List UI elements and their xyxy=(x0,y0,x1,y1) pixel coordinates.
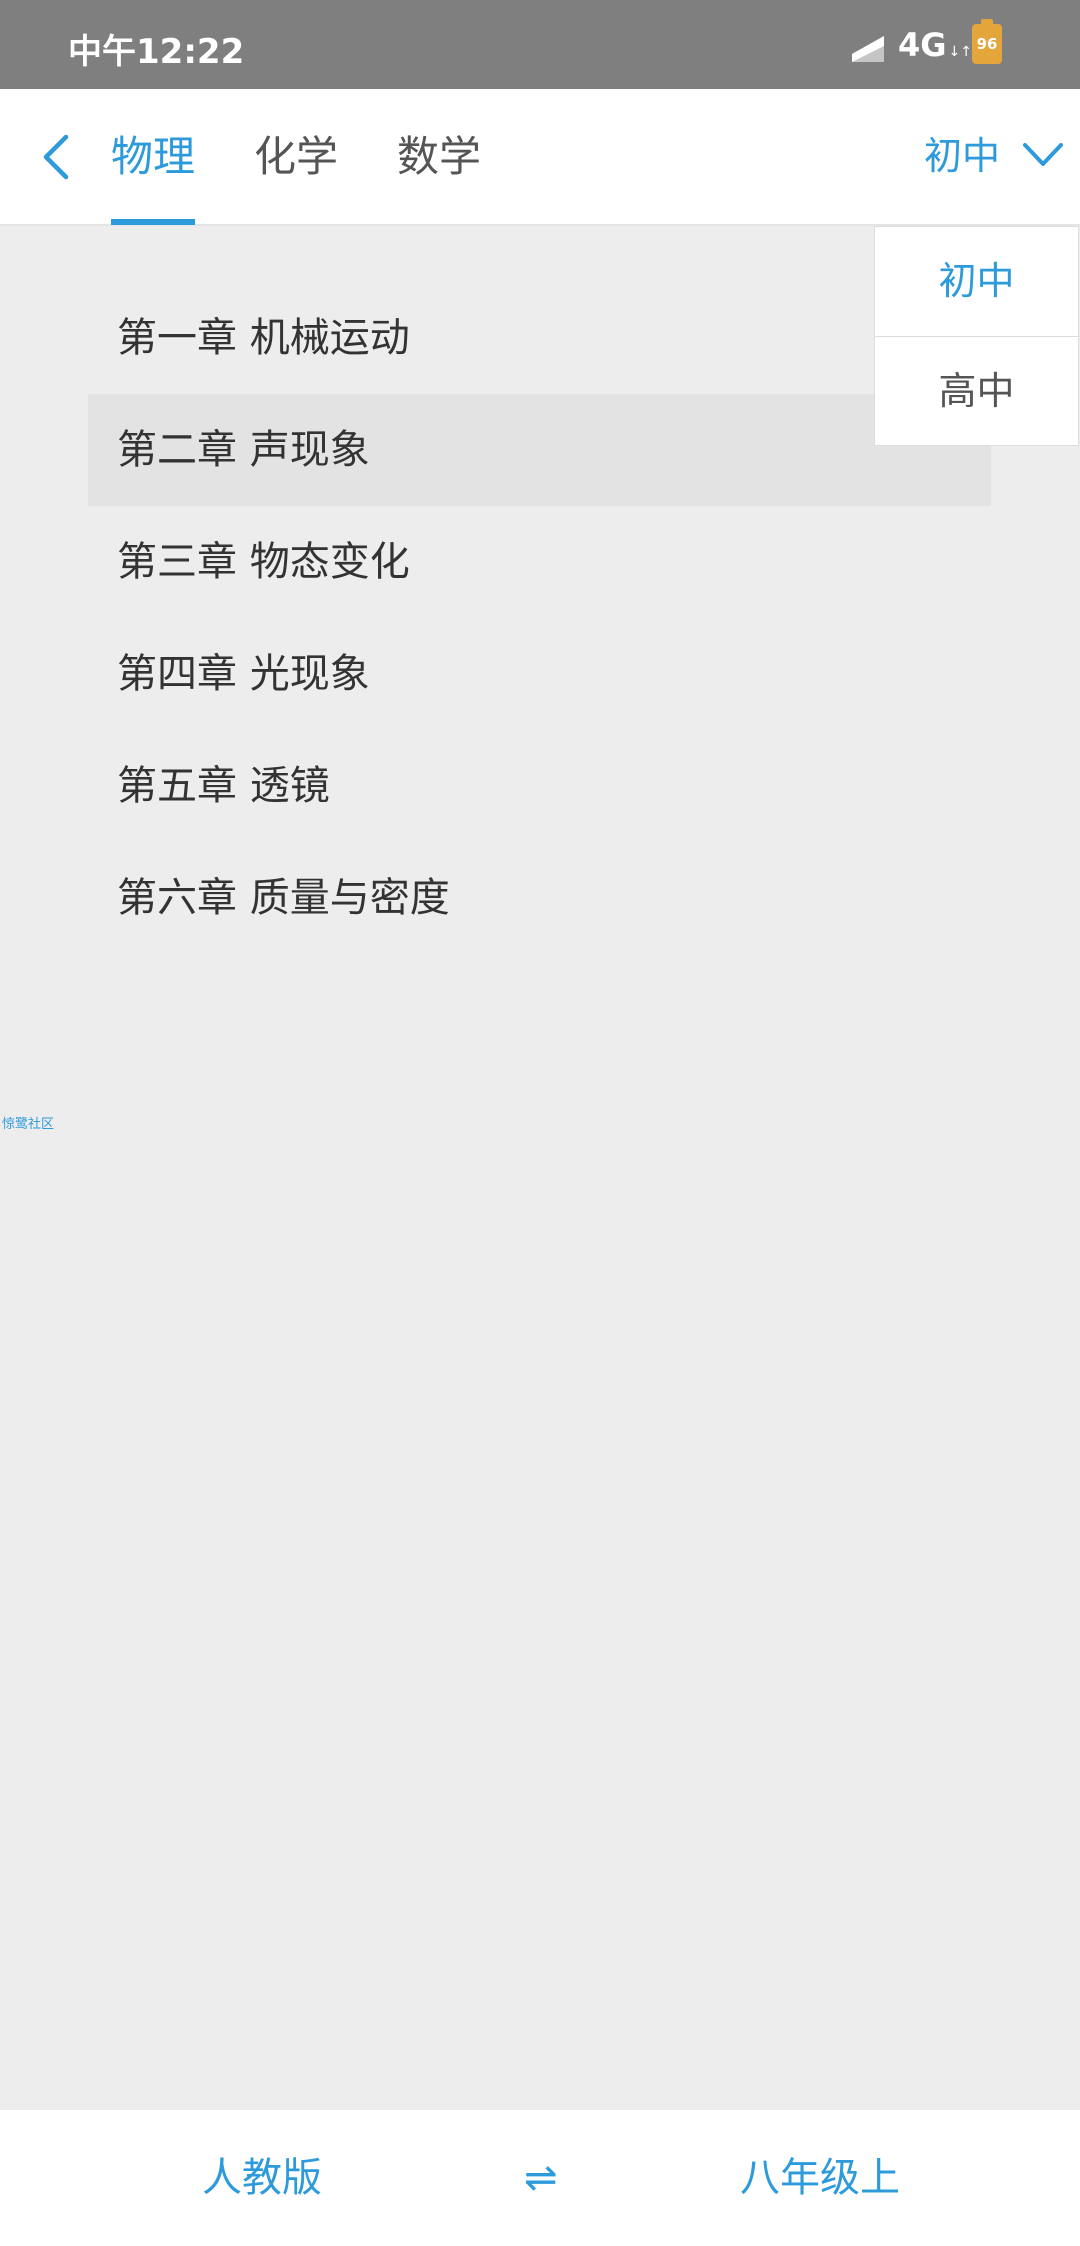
signal-icon xyxy=(852,36,884,62)
status-time: 中午12:22 xyxy=(68,32,245,72)
chapter-item-3[interactable]: 第三章 物态变化 xyxy=(88,506,991,618)
edition-button[interactable]: 人教版 xyxy=(202,2110,322,2246)
network-type: 4G xyxy=(898,26,947,64)
dropdown-option-senior[interactable]: 高中 xyxy=(875,337,1078,446)
bottom-bar: 人教版 ⇌ 八年级上 xyxy=(0,2110,1080,2246)
battery-icon: 96 xyxy=(972,19,1002,64)
tab-label: 数学 xyxy=(397,132,482,181)
chapter-list: 第一章 机械运动 第二章 声现象 第三章 物态变化 第四章 光现象 第五章 透镜… xyxy=(88,282,991,954)
grade-button[interactable]: 八年级上 xyxy=(740,2110,900,2246)
level-select[interactable]: 初中 xyxy=(924,89,1000,224)
status-bar: 中午12:22 4G ↓↑ 96 xyxy=(0,0,1080,89)
tab-label: 化学 xyxy=(254,132,339,181)
chapter-item-5[interactable]: 第五章 透镜 xyxy=(88,730,991,842)
battery-level: 96 xyxy=(976,35,998,53)
chapter-item-1[interactable]: 第一章 机械运动 xyxy=(88,282,991,394)
chapter-item-2[interactable]: 第二章 声现象 xyxy=(88,394,991,506)
watermark-text: 惊鹭社区 xyxy=(2,1117,55,1132)
tab-active-indicator xyxy=(111,219,196,225)
chevron-down-icon[interactable] xyxy=(1022,141,1064,169)
subject-header: 物理 化学 数学 初中 xyxy=(0,89,1080,226)
swap-icon[interactable]: ⇌ xyxy=(524,2110,558,2246)
tab-physics[interactable]: 物理 xyxy=(111,89,196,225)
back-icon[interactable] xyxy=(38,131,74,183)
network-label: 4G ↓↑ xyxy=(898,26,972,64)
chapter-item-6[interactable]: 第六章 质量与密度 xyxy=(88,842,991,954)
network-activity: ↓↑ xyxy=(948,44,972,60)
dropdown-option-junior[interactable]: 初中 xyxy=(875,227,1078,337)
chapter-item-4[interactable]: 第四章 光现象 xyxy=(88,618,991,730)
tab-chemistry[interactable]: 化学 xyxy=(254,89,338,224)
tab-math[interactable]: 数学 xyxy=(397,89,481,224)
level-select-label: 初中 xyxy=(924,134,1001,178)
tab-label: 物理 xyxy=(111,132,196,181)
level-dropdown-menu: 初中 高中 xyxy=(874,226,1079,446)
